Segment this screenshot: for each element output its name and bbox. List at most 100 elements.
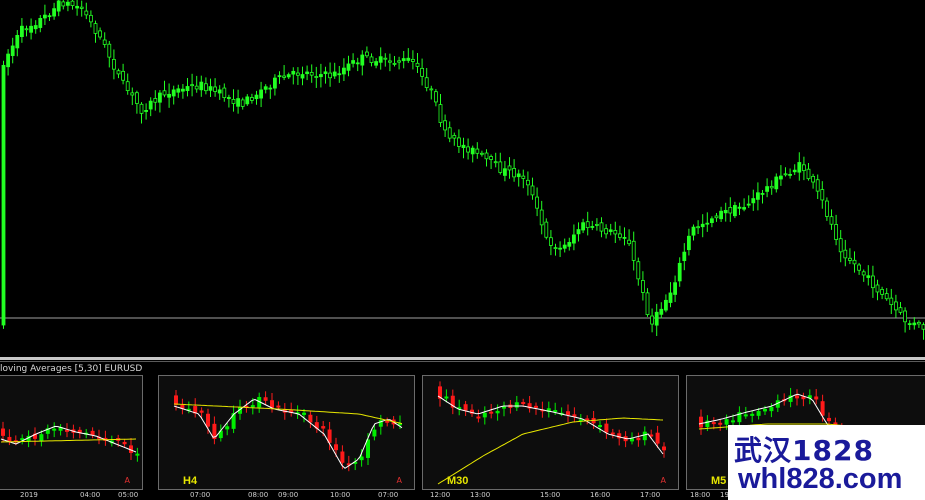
- price-candle: [590, 220, 595, 231]
- price-candle: [259, 81, 264, 108]
- price-candle: [194, 75, 199, 93]
- price-candle: [710, 216, 714, 228]
- price-candle: [107, 40, 112, 68]
- price-candle: [346, 55, 351, 77]
- price-candle: [438, 93, 443, 128]
- price-candle: [429, 85, 434, 100]
- price-candle: [328, 62, 333, 87]
- price-candle: [654, 303, 659, 336]
- mini-chart-panel-1[interactable]: A: [0, 375, 143, 490]
- price-candle: [323, 66, 328, 84]
- price-candle: [102, 32, 107, 48]
- price-candle: [332, 62, 337, 79]
- price-candle: [742, 198, 746, 212]
- price-candle: [622, 227, 627, 246]
- price-candle: [203, 77, 208, 95]
- mini-candle: [263, 391, 268, 406]
- mini-candle: [450, 389, 455, 415]
- price-candle: [719, 206, 723, 222]
- price-candle: [558, 241, 562, 258]
- price-candle: [461, 137, 466, 159]
- price-candle: [829, 209, 834, 230]
- price-candle: [682, 243, 687, 271]
- price-candle: [746, 195, 751, 208]
- price-candle: [779, 165, 783, 186]
- price-candle: [802, 156, 806, 181]
- mini-candle: [58, 424, 63, 436]
- mini-chart-panel-m30[interactable]: M30 A: [422, 375, 679, 490]
- price-candle: [567, 237, 572, 251]
- price-candle: [572, 224, 576, 251]
- panel-separator[interactable]: [0, 357, 925, 360]
- price-candle: [516, 169, 521, 187]
- price-candle: [171, 85, 176, 105]
- price-candle: [631, 231, 636, 271]
- mini-candle: [109, 435, 114, 447]
- price-candle: [148, 97, 153, 117]
- price-candle: [585, 211, 590, 236]
- price-candle: [898, 302, 903, 315]
- price-candle: [599, 217, 604, 238]
- mini-candle: [566, 404, 570, 423]
- mini-candle: [482, 406, 487, 425]
- price-candle: [185, 77, 190, 97]
- mini-candle: [295, 405, 300, 419]
- price-candle: [153, 90, 158, 111]
- price-candle: [535, 187, 539, 217]
- price-candle: [38, 15, 43, 33]
- price-candle: [355, 57, 360, 72]
- price-candle: [618, 225, 622, 241]
- mini-candle: [270, 392, 274, 413]
- price-candle: [79, 0, 84, 17]
- mini-candle: [463, 400, 468, 416]
- time-axis-label: 07:00: [190, 491, 211, 499]
- mini-candle: [750, 410, 755, 423]
- mini-chart-1-canvas: [0, 421, 140, 462]
- price-candle: [217, 85, 222, 100]
- price-candle: [774, 173, 779, 193]
- price-candle: [700, 214, 705, 238]
- price-candle: [29, 18, 34, 40]
- price-candle: [788, 168, 792, 179]
- price-candle: [756, 182, 760, 211]
- price-candle: [268, 84, 273, 99]
- price-candle: [447, 121, 452, 143]
- mini-candle: [353, 458, 358, 471]
- mini-candle: [572, 407, 577, 423]
- mini-candle: [20, 434, 25, 445]
- price-candle: [314, 66, 319, 88]
- price-candle: [811, 173, 815, 189]
- mini-candle: [527, 396, 532, 413]
- price-candle: [493, 152, 498, 168]
- price-candle: [61, 0, 66, 10]
- mini-candle: [90, 427, 95, 439]
- price-candle: [415, 53, 420, 73]
- price-candle: [254, 90, 259, 105]
- price-candle: [544, 218, 549, 240]
- price-candle: [240, 97, 245, 110]
- mini-candle: [801, 392, 806, 407]
- price-candle: [484, 149, 489, 167]
- price-candle: [33, 20, 38, 34]
- price-candle: [595, 218, 599, 231]
- price-candle: [668, 282, 673, 308]
- mini-candle: [378, 414, 383, 435]
- price-candle: [884, 288, 889, 301]
- price-candle: [861, 269, 866, 282]
- price-candle: [337, 66, 342, 83]
- price-candle: [907, 320, 912, 330]
- mini-candle: [52, 422, 57, 438]
- price-candle: [677, 257, 682, 287]
- mini-candle: [718, 419, 723, 431]
- mini-candle: [814, 389, 819, 405]
- mini-candle: [193, 398, 198, 418]
- price-chart[interactable]: [0, 0, 925, 357]
- price-candle: [673, 275, 677, 303]
- price-candle: [664, 294, 668, 313]
- watermark-line-2: whl828.com: [738, 463, 903, 495]
- mini-chart-panel-h4[interactable]: H4 A: [158, 375, 415, 490]
- price-candle: [806, 163, 811, 181]
- price-candle: [613, 221, 618, 243]
- price-candle: [714, 212, 719, 222]
- price-candle: [24, 25, 29, 37]
